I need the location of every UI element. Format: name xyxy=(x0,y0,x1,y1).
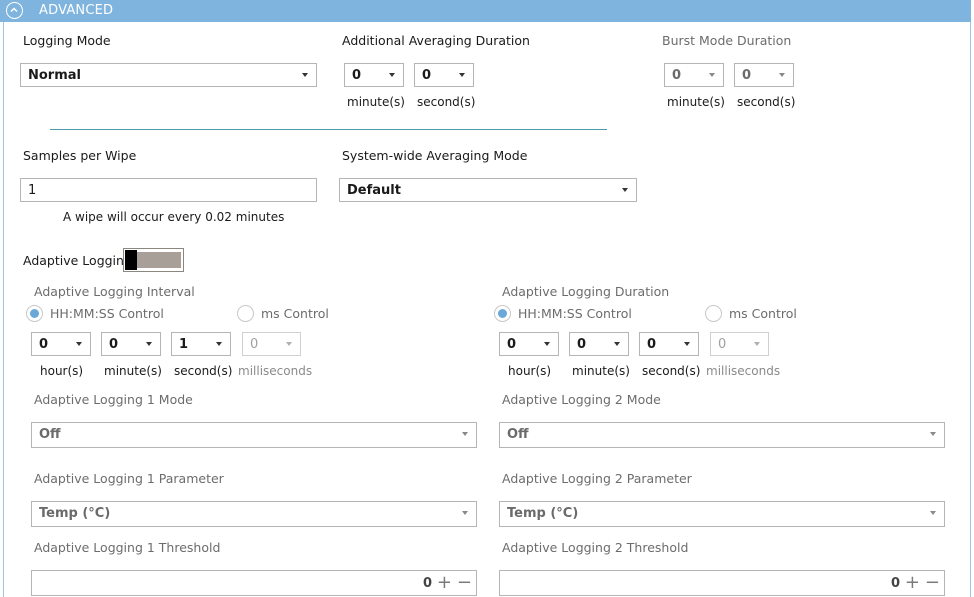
al2-param-label: Adaptive Logging 2 Parameter xyxy=(502,471,692,486)
toggle-knob xyxy=(125,250,137,270)
interval-hour-unit: hour(s) xyxy=(40,364,84,378)
interval-second-select[interactable]: 1 xyxy=(171,332,231,356)
section-divider xyxy=(50,129,607,130)
duration-hour-unit: hour(s) xyxy=(508,364,552,378)
al1-mode-select[interactable]: Off xyxy=(31,422,477,448)
chevron-down-icon xyxy=(146,342,152,346)
duration-label: Adaptive Logging Duration xyxy=(502,284,670,299)
section-header[interactable]: ADVANCED xyxy=(0,0,971,22)
samples-per-wipe-input[interactable]: 1 xyxy=(20,178,317,202)
wipe-note: A wipe will occur every 0.02 minutes xyxy=(63,210,285,224)
chevron-down-icon xyxy=(216,342,222,346)
system-averaging-label: System-wide Averaging Mode xyxy=(342,148,528,163)
al1-param-label: Adaptive Logging 1 Parameter xyxy=(34,471,224,486)
duration-second-unit: second(s) xyxy=(642,364,701,378)
interval-minute-unit: minute(s) xyxy=(104,364,162,378)
chevron-down-icon xyxy=(462,511,468,515)
al1-mode-label: Adaptive Logging 1 Mode xyxy=(34,392,193,407)
al2-threshold-input[interactable]: 0 + − xyxy=(499,570,945,596)
chevron-down-icon xyxy=(614,342,620,346)
duration-minute-unit: minute(s) xyxy=(572,364,630,378)
duration-ms-unit: milliseconds xyxy=(706,364,781,378)
duration-ms-label: ms Control xyxy=(729,306,797,321)
burst-mode-second-unit: second(s) xyxy=(737,95,796,109)
interval-hms-radio[interactable] xyxy=(26,305,43,322)
interval-ms-label: ms Control xyxy=(261,306,329,321)
interval-hms-label: HH:MM:SS Control xyxy=(50,306,164,321)
al1-threshold-input[interactable]: 0 + − xyxy=(31,570,477,596)
chevron-down-icon xyxy=(389,73,395,77)
plus-icon[interactable]: + xyxy=(437,574,452,592)
chevron-down-icon xyxy=(709,73,715,77)
plus-icon[interactable]: + xyxy=(905,574,920,592)
al2-mode-label: Adaptive Logging 2 Mode xyxy=(502,392,661,407)
al2-mode-select[interactable]: Off xyxy=(499,422,945,448)
interval-hour-select[interactable]: 0 xyxy=(31,332,91,356)
interval-ms-unit: milliseconds xyxy=(238,364,313,378)
additional-averaging-second-unit: second(s) xyxy=(417,95,476,109)
additional-averaging-minute-select[interactable]: 0 xyxy=(344,63,404,87)
chevron-down-icon xyxy=(930,511,936,515)
duration-second-select[interactable]: 0 xyxy=(639,332,699,356)
al2-threshold-label: Adaptive Logging 2 Threshold xyxy=(502,540,689,555)
duration-hour-select[interactable]: 0 xyxy=(499,332,559,356)
chevron-down-icon xyxy=(76,342,82,346)
chevron-down-icon xyxy=(779,73,785,77)
samples-per-wipe-label: Samples per Wipe xyxy=(23,148,137,163)
chevron-down-icon xyxy=(302,73,308,77)
interval-ms-select[interactable]: 0 xyxy=(242,332,301,356)
chevron-down-icon xyxy=(684,342,690,346)
al2-param-select[interactable]: Temp (°C) xyxy=(499,501,945,527)
interval-ms-radio[interactable] xyxy=(237,305,254,322)
al1-threshold-label: Adaptive Logging 1 Threshold xyxy=(34,540,221,555)
logging-mode-label: Logging Mode xyxy=(23,33,111,48)
interval-minute-select[interactable]: 0 xyxy=(101,332,161,356)
chevron-down-icon xyxy=(286,342,292,346)
burst-mode-label: Burst Mode Duration xyxy=(662,33,792,48)
chevron-down-icon xyxy=(754,342,760,346)
adaptive-logging-toggle[interactable] xyxy=(123,248,184,272)
section-title: ADVANCED xyxy=(39,3,114,18)
interval-second-unit: second(s) xyxy=(174,364,233,378)
minus-icon[interactable]: − xyxy=(925,574,940,592)
system-averaging-select[interactable]: Default xyxy=(339,178,637,202)
duration-hms-label: HH:MM:SS Control xyxy=(518,306,632,321)
burst-mode-second-select[interactable]: 0 xyxy=(734,63,794,87)
additional-averaging-minute-unit: minute(s) xyxy=(347,95,405,109)
duration-hms-radio[interactable] xyxy=(494,305,511,322)
adaptive-logging-label: Adaptive Logging xyxy=(23,253,132,268)
additional-averaging-second-select[interactable]: 0 xyxy=(414,63,474,87)
minus-icon[interactable]: − xyxy=(457,574,472,592)
interval-label: Adaptive Logging Interval xyxy=(34,284,195,299)
logging-mode-select[interactable]: Normal xyxy=(20,63,317,87)
chevron-down-icon xyxy=(544,342,550,346)
chevron-up-icon[interactable] xyxy=(6,2,23,19)
duration-ms-radio[interactable] xyxy=(705,305,722,322)
duration-minute-select[interactable]: 0 xyxy=(569,332,629,356)
chevron-down-icon xyxy=(462,432,468,436)
toggle-track xyxy=(136,252,181,268)
chevron-down-icon xyxy=(459,73,465,77)
al1-param-select[interactable]: Temp (°C) xyxy=(31,501,477,527)
additional-averaging-label: Additional Averaging Duration xyxy=(342,33,530,48)
burst-mode-minute-select[interactable]: 0 xyxy=(664,63,724,87)
chevron-down-icon xyxy=(930,432,936,436)
burst-mode-minute-unit: minute(s) xyxy=(667,95,725,109)
chevron-down-icon xyxy=(622,188,628,192)
duration-ms-select[interactable]: 0 xyxy=(710,332,769,356)
